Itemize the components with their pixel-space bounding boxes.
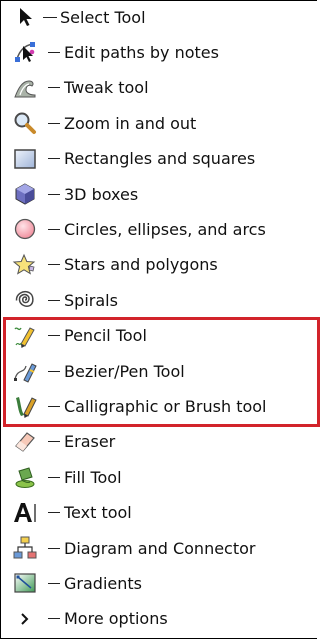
separator-dash — [48, 547, 60, 549]
separator-dash — [48, 582, 60, 584]
eraser-icon — [11, 428, 39, 456]
separator-dash — [48, 618, 60, 620]
tool-label: Circles, ellipses, and arcs — [64, 219, 266, 239]
tool-label: Diagram and Connector — [64, 538, 256, 558]
tool-row-circle[interactable]: Circles, ellipses, and arcs — [0, 214, 320, 244]
tool-row-tweak[interactable]: Tweak tool — [0, 73, 320, 103]
tool-row-gradient[interactable]: Gradients — [0, 568, 320, 598]
tweak-icon — [11, 74, 39, 102]
separator-dash — [48, 264, 60, 266]
separator-dash — [48, 193, 60, 195]
separator-dash — [48, 228, 60, 230]
tool-row-text[interactable]: Text tool — [0, 498, 320, 528]
separator-dash — [48, 476, 60, 478]
tool-row-eraser[interactable]: Eraser — [0, 427, 320, 457]
separator-dash — [48, 441, 60, 443]
tool-label: More options — [64, 609, 168, 629]
tool-label: Text tool — [64, 503, 132, 523]
spiral-icon — [11, 286, 39, 314]
tool-row-zoom[interactable]: Zoom in and out — [0, 108, 320, 138]
tool-label: Stars and polygons — [64, 255, 218, 275]
tool-label: Zoom in and out — [64, 113, 197, 133]
separator-dash — [48, 299, 60, 301]
tool-label: Eraser — [64, 432, 116, 452]
separator-dash — [48, 158, 60, 160]
tool-label: Select Tool — [60, 7, 146, 27]
tool-row-connector[interactable]: Diagram and Connector — [0, 533, 320, 563]
zoom-icon — [11, 109, 39, 137]
tool-row-select[interactable]: Select Tool — [0, 2, 320, 32]
separator-dash — [48, 122, 60, 124]
tool-row-node-edit[interactable]: Edit paths by notes — [0, 37, 320, 67]
tool-label: 3D boxes — [64, 184, 139, 204]
tool-row-spiral[interactable]: Spirals — [0, 285, 320, 315]
gradient-icon — [11, 569, 39, 597]
connector-icon — [11, 534, 39, 562]
tool-row-fill[interactable]: Fill Tool — [0, 462, 320, 492]
tool-row-3d-box[interactable]: 3D boxes — [0, 179, 320, 209]
tool-label: Gradients — [64, 573, 142, 593]
text-icon — [11, 499, 39, 527]
tool-row-star[interactable]: Stars and polygons — [0, 250, 320, 280]
tool-row-more-options[interactable]: More options — [0, 604, 320, 634]
tool-label: Spirals — [64, 290, 118, 310]
node-edit-icon — [11, 38, 39, 66]
tool-label: Fill Tool — [64, 467, 122, 487]
rectangle-icon — [11, 145, 39, 173]
circle-icon — [11, 215, 39, 243]
highlight-box — [3, 316, 320, 427]
tool-label: Rectangles and squares — [64, 149, 256, 169]
separator-dash — [48, 512, 60, 514]
3d-box-icon — [11, 180, 39, 208]
star-icon — [11, 251, 39, 279]
tool-label: Edit paths by notes — [64, 42, 219, 62]
separator-dash — [43, 16, 57, 18]
separator-dash — [48, 51, 60, 53]
separator-dash — [48, 87, 60, 89]
chevron-right-icon — [11, 605, 39, 633]
arrow-cursor-icon — [11, 3, 39, 31]
paint-bucket-icon — [11, 463, 39, 491]
tool-label: Tweak tool — [64, 78, 149, 98]
tool-row-rectangle[interactable]: Rectangles and squares — [0, 144, 320, 174]
